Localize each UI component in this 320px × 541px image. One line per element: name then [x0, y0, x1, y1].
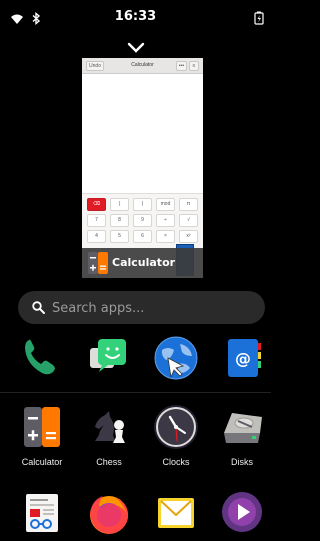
- app-label-calculator: Calculator: [21, 457, 63, 467]
- battery-charging-icon: [254, 10, 264, 29]
- chevron-down-icon[interactable]: [125, 40, 147, 54]
- app-clocks[interactable]: Clocks: [148, 403, 204, 467]
- document-viewer-icon: [26, 494, 58, 532]
- calculator-icon: [24, 407, 60, 447]
- menu-icon: •••: [176, 61, 187, 71]
- chat-icon: [90, 339, 126, 372]
- search-icon: [32, 301, 45, 314]
- globe-icon: [154, 336, 198, 380]
- calculator-key: √: [179, 214, 198, 227]
- chess-icon: [95, 411, 125, 443]
- media-player-icon: [222, 492, 262, 532]
- preview-app-label: Calculator: [82, 248, 203, 278]
- app-label-disks: Disks: [231, 457, 253, 467]
- address-book-icon: @: [228, 339, 261, 377]
- preview-app-name: Calculator: [112, 256, 176, 269]
- calculator-key: x²: [179, 230, 198, 243]
- calculator-key: ⌫: [87, 198, 106, 211]
- disk-icon: [224, 413, 262, 443]
- calculator-key: ÷: [156, 214, 175, 227]
- app-disks[interactable]: Disks: [214, 403, 270, 467]
- app-calculator[interactable]: Calculator: [14, 403, 70, 467]
- svg-text:@: @: [235, 349, 251, 368]
- status-bar: 16:33: [0, 0, 271, 34]
- hamburger-icon: ≡: [189, 61, 199, 71]
- calculator-keypad: ⌫ () mod π 7 8 9 ÷ √ 4 5 6 × x²: [87, 198, 198, 243]
- app-web[interactable]: [148, 334, 204, 382]
- phone-icon: [25, 339, 55, 375]
- calculator-key: π: [179, 198, 198, 211]
- calculator-key: 5: [110, 230, 129, 243]
- calculator-key: ): [133, 198, 152, 211]
- calculator-key: 4: [87, 230, 106, 243]
- clock-time: 16:33: [114, 9, 157, 24]
- app-label-clocks: Clocks: [162, 457, 190, 467]
- calculator-key: (: [110, 198, 129, 211]
- clock-icon: [154, 405, 198, 449]
- firefox-icon: [90, 496, 129, 534]
- app-contacts[interactable]: @: [214, 334, 270, 382]
- calculator-key: 9: [133, 214, 152, 227]
- mail-icon: [158, 498, 194, 528]
- divider: [0, 392, 271, 393]
- calculator-key: 7: [87, 214, 106, 227]
- app-calls[interactable]: [12, 334, 68, 382]
- app-firefox[interactable]: [81, 488, 137, 536]
- search-input[interactable]: [52, 299, 252, 317]
- calculator-key: 8: [110, 214, 129, 227]
- app-media-player[interactable]: [214, 488, 270, 536]
- calculator-icon: [88, 252, 108, 274]
- app-chess[interactable]: Chess: [81, 403, 137, 467]
- calculator-key: ×: [156, 230, 175, 243]
- app-mail[interactable]: [148, 488, 204, 536]
- search-bar[interactable]: [18, 291, 265, 324]
- calculator-key: 6: [133, 230, 152, 243]
- app-label-chess: Chess: [96, 457, 122, 467]
- calculator-key: mod: [156, 198, 175, 211]
- app-document-viewer[interactable]: [14, 488, 70, 536]
- calculator-display: [82, 74, 203, 194]
- preview-headerbar: Undo Calculator ••• ≡: [82, 58, 203, 74]
- app-chats[interactable]: [80, 334, 136, 382]
